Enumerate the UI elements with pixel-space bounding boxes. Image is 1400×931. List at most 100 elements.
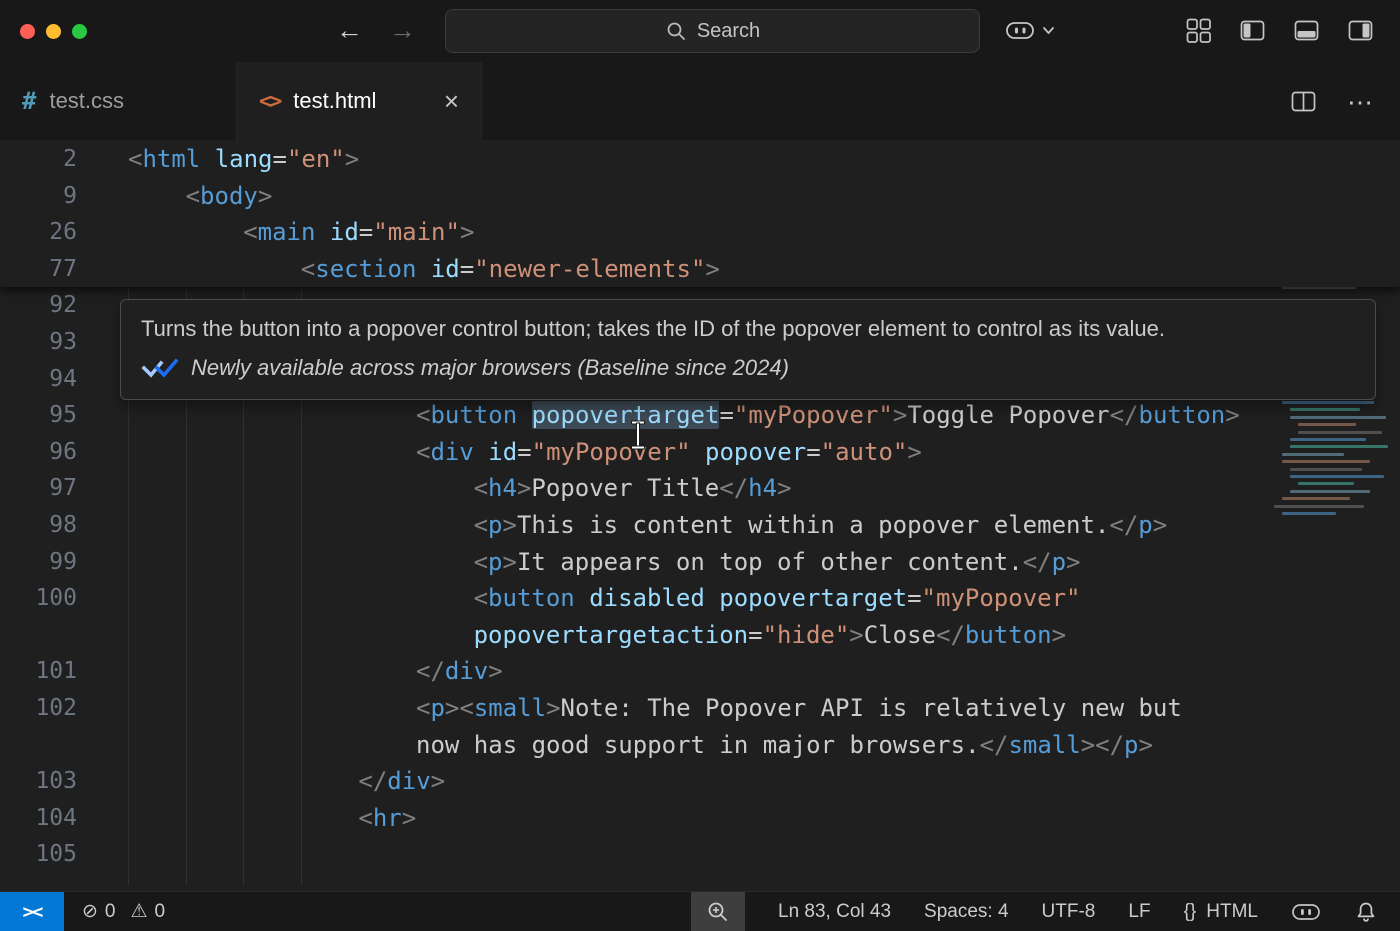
toggle-panel-icon[interactable] — [1293, 17, 1320, 44]
html-file-icon: <> — [259, 89, 280, 113]
code-line-content: </div> — [128, 653, 503, 690]
notifications-bell-icon[interactable] — [1354, 900, 1378, 924]
eol-status[interactable]: LF — [1128, 901, 1150, 923]
minimap-bar — [1282, 401, 1374, 404]
toggle-secondary-sidebar-icon[interactable] — [1347, 17, 1374, 44]
tab-test-css[interactable]: # test.css — [0, 62, 237, 140]
code-line[interactable]: 104 <hr> — [0, 800, 1400, 837]
title-bar: ← → Search — [0, 0, 1400, 62]
editor-area: 2<html lang="en">9 <body>26<main id="main… — [0, 141, 1400, 891]
problems-status[interactable]: ⊘ 0 ⚠ 0 — [82, 900, 165, 923]
more-actions-icon[interactable]: ⋯ — [1347, 89, 1374, 115]
code-line[interactable]: 105 — [0, 836, 1400, 873]
toggle-sidebar-icon[interactable] — [1239, 17, 1266, 44]
code-line[interactable]: 97<h4>Popover Title</h4> — [0, 470, 1400, 507]
minimap-bar — [1282, 453, 1344, 456]
code-line[interactable]: 77 <section id="newer-elements"> — [0, 251, 1400, 288]
split-editor-icon[interactable] — [1290, 88, 1317, 115]
line-number[interactable]: 105 — [0, 836, 100, 873]
error-count: 0 — [105, 901, 116, 923]
code-line-content: <p><small>Note: The Popover API is relat… — [128, 690, 1182, 727]
chevron-down-icon — [1041, 18, 1056, 42]
line-number[interactable]: 77 — [0, 251, 100, 288]
customize-layout-icon[interactable] — [1185, 17, 1212, 44]
minimap-bar — [1290, 468, 1362, 471]
line-number[interactable]: 97 — [0, 470, 100, 507]
tab-bar: # test.css <> test.html × ⋯ — [0, 62, 1400, 141]
code-line-content: </div> — [128, 763, 445, 800]
code-line[interactable]: 96<div id="myPopover" popover="auto"> — [0, 434, 1400, 471]
minimap-bar — [1290, 408, 1360, 411]
close-window-button[interactable] — [20, 24, 35, 39]
code-line[interactable]: popovertargetaction="hide">Close</button… — [0, 617, 1400, 654]
line-number[interactable]: 103 — [0, 763, 100, 800]
tab-test-html[interactable]: <> test.html × — [237, 62, 482, 140]
encoding-status[interactable]: UTF-8 — [1042, 901, 1096, 923]
minimize-window-button[interactable] — [46, 24, 61, 39]
code-line[interactable]: 9 <body> — [0, 178, 1400, 215]
status-bar: >< ⊘ 0 ⚠ 0 Ln 83, Col 43 Spaces: 4 UTF-8… — [0, 891, 1400, 931]
line-number[interactable]: 100 — [0, 580, 100, 617]
line-number[interactable]: 9 — [0, 178, 100, 215]
line-number[interactable]: 2 — [0, 141, 100, 178]
line-number[interactable] — [0, 617, 100, 654]
line-number[interactable]: 102 — [0, 690, 100, 727]
minimap-bar — [1282, 497, 1350, 500]
close-tab-icon[interactable]: × — [444, 88, 459, 114]
code-line[interactable]: 95<button popovertarget="myPopover">Togg… — [0, 397, 1400, 434]
line-number[interactable]: 96 — [0, 434, 100, 471]
line-number[interactable]: 104 — [0, 800, 100, 837]
line-number[interactable] — [0, 727, 100, 764]
layout-controls — [1185, 17, 1374, 44]
cursor-position-status[interactable]: Ln 83, Col 43 — [778, 901, 891, 923]
copilot-account-button[interactable] — [1004, 18, 1056, 42]
minimap-bar — [1282, 460, 1370, 463]
line-number[interactable]: 26 — [0, 214, 100, 251]
copilot-icon — [1004, 18, 1036, 42]
code-line[interactable]: 2<html lang="en"> — [0, 141, 1400, 178]
minimap-bar — [1290, 475, 1384, 478]
maximize-window-button[interactable] — [72, 24, 87, 39]
code-line-content: <button disabled popovertarget="myPopove… — [128, 580, 1081, 617]
code-line-content: <p>This is content within a popover elem… — [128, 507, 1167, 544]
minimap-bar — [1290, 445, 1388, 448]
code-line[interactable]: 26<main id="main"> — [0, 214, 1400, 251]
line-number[interactable]: 94 — [0, 361, 100, 398]
line-number[interactable]: 93 — [0, 324, 100, 361]
code-line-content: <body> — [128, 178, 272, 215]
code-line[interactable]: 98 <p>This is content within a popover el… — [0, 507, 1400, 544]
vscode-window: ← → Search — [0, 0, 1400, 931]
line-number[interactable]: 95 — [0, 397, 100, 434]
baseline-icon — [141, 357, 179, 379]
navigate-forward-button[interactable]: → — [389, 14, 416, 46]
minimap-bar — [1290, 490, 1370, 493]
code-line[interactable]: 102 <p><small>Note: The Popover API is re… — [0, 690, 1400, 727]
magnifier-plus-icon — [706, 900, 730, 924]
css-file-icon: # — [22, 87, 36, 115]
language-mode-status[interactable]: {} HTML — [1184, 901, 1258, 923]
code-line[interactable]: 101 </div> — [0, 653, 1400, 690]
warning-count: 0 — [155, 901, 166, 923]
code-line[interactable]: 99<p>It appears on top of other content.… — [0, 544, 1400, 581]
code-line-content: <hr> — [128, 800, 416, 837]
zoom-button[interactable] — [691, 892, 745, 931]
minimap-bar — [1298, 423, 1356, 426]
copilot-status-icon[interactable] — [1291, 901, 1321, 923]
indentation-status[interactable]: Spaces: 4 — [924, 901, 1009, 923]
code-line[interactable]: 100 <button disabled popovertarget="myPop… — [0, 580, 1400, 617]
hover-tooltip: Turns the button into a popover control … — [120, 299, 1376, 400]
minimap-bar — [1298, 482, 1354, 485]
status-right-group: Ln 83, Col 43 Spaces: 4 UTF-8 LF {} HTML — [691, 892, 1400, 931]
tab-label: test.css — [49, 88, 124, 114]
navigate-back-button[interactable]: ← — [336, 14, 363, 46]
line-number[interactable]: 98 — [0, 507, 100, 544]
code-line-content: <section id="newer-elements"> — [128, 251, 720, 288]
line-number[interactable]: 92 — [0, 287, 100, 324]
code-line[interactable]: now has good support in major browsers.<… — [0, 727, 1400, 764]
minimap-bar — [1274, 505, 1364, 508]
command-center-search[interactable]: Search — [445, 9, 980, 53]
code-line[interactable]: 103 </div> — [0, 763, 1400, 800]
line-number[interactable]: 101 — [0, 653, 100, 690]
remote-indicator[interactable]: >< — [0, 892, 64, 931]
line-number[interactable]: 99 — [0, 544, 100, 581]
